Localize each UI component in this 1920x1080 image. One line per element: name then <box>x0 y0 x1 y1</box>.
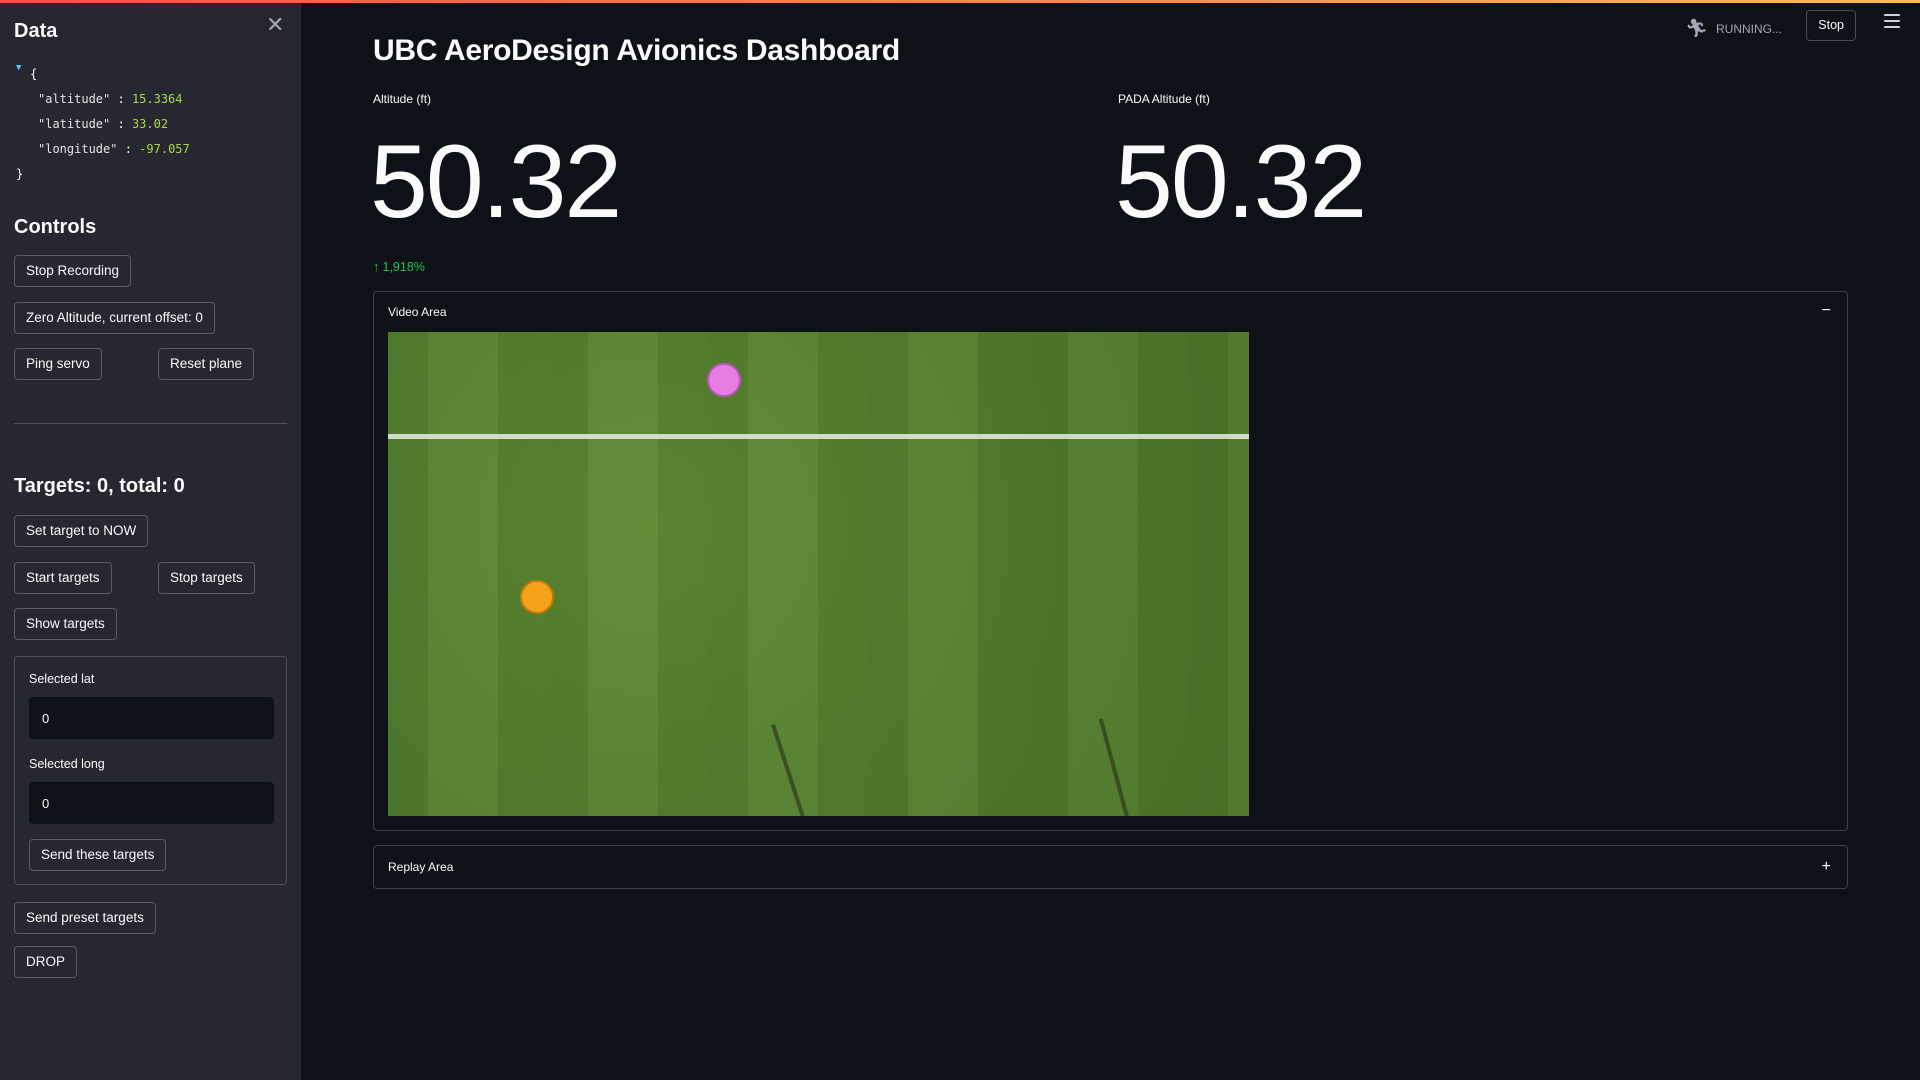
json-row-altitude: "altitude" : 15.3364 <box>38 92 183 106</box>
zero-altitude-button[interactable]: Zero Altitude, current offset: 0 <box>14 302 215 334</box>
json-key: "longitude" <box>38 142 118 156</box>
pada-altitude-metric-label: PADA Altitude (ft) <box>1118 92 1210 106</box>
json-key: "latitude" <box>38 117 111 131</box>
altitude-metric-value: 50.32 <box>370 124 622 240</box>
stop-targets-button[interactable]: Stop targets <box>158 562 255 594</box>
video-area-header[interactable]: Video Area <box>388 305 447 319</box>
json-row-longitude: "longitude" : -97.057 <box>38 142 190 156</box>
replay-area-expander[interactable]: Replay Area + <box>373 845 1848 889</box>
reset-plane-button[interactable]: Reset plane <box>158 348 255 380</box>
json-value: 33.02 <box>131 117 169 131</box>
selected-long-label: Selected long <box>29 757 105 771</box>
sidebar-title: Data <box>14 20 58 42</box>
pada-altitude-metric-value: 50.32 <box>1115 124 1367 240</box>
set-target-now-button[interactable]: Set target to NOW <box>14 515 149 547</box>
run-status: 🏃︎ RUNNING... <box>1685 18 1782 39</box>
stop-run-button[interactable]: Stop <box>1806 10 1856 41</box>
stop-recording-button[interactable]: Stop Recording <box>14 255 132 287</box>
targets-heading: Targets: 0, total: 0 <box>14 475 185 497</box>
collapse-icon[interactable]: − <box>1822 303 1831 319</box>
controls-heading: Controls <box>14 216 97 238</box>
ping-servo-button[interactable]: Ping servo <box>14 348 102 380</box>
video-area-expander: Video Area − <box>373 291 1848 831</box>
run-status-text: RUNNING... <box>1716 21 1782 36</box>
top-decoration-bar <box>0 0 1920 3</box>
json-key: "altitude" <box>38 92 111 106</box>
selected-lat-input[interactable] <box>29 697 274 739</box>
start-targets-button[interactable]: Start targets <box>14 562 112 594</box>
json-value: 15.3364 <box>131 92 183 106</box>
tree-caret-icon[interactable]: ▼ <box>16 56 21 81</box>
altitude-metric-delta: ↑ 1,918% <box>373 259 425 274</box>
pole-shadow <box>1098 718 1132 816</box>
expand-icon[interactable]: + <box>1822 859 1831 875</box>
json-viewer: ▼ { "altitude" : 15.3364 "latitude" : 33… <box>14 62 190 187</box>
running-icon: 🏃︎ <box>1685 18 1708 38</box>
selected-long-input[interactable] <box>29 782 274 824</box>
video-feed <box>388 332 1249 816</box>
close-icon[interactable]: ✕ <box>266 14 284 36</box>
sidebar-divider <box>14 423 287 424</box>
arrow-up-icon: ↑ <box>373 259 380 274</box>
orange-target-marker <box>520 580 554 614</box>
altitude-metric-label: Altitude (ft) <box>373 92 432 106</box>
send-preset-targets-button[interactable]: Send preset targets <box>14 902 156 934</box>
json-close-brace: } <box>16 167 24 181</box>
drop-button[interactable]: DROP <box>14 946 78 978</box>
json-row-latitude: "latitude" : 33.02 <box>38 117 169 131</box>
replay-area-header[interactable]: Replay Area <box>388 860 453 874</box>
hamburger-menu-icon[interactable] <box>1884 14 1900 28</box>
sidebar: Data ✕ ▼ { "altitude" : 15.3364 "latitud… <box>0 0 301 1080</box>
pole-shadow <box>771 724 809 816</box>
pink-target-marker <box>707 363 741 397</box>
target-form: Selected lat Selected long Send these ta… <box>14 656 287 885</box>
show-targets-button[interactable]: Show targets <box>14 608 117 640</box>
page-title: UBC AeroDesign Avionics Dashboard <box>373 34 900 67</box>
delta-value: 1,918% <box>382 260 425 274</box>
json-open-brace: { <box>30 67 38 81</box>
main-area: 🏃︎ RUNNING... Stop UBC AeroDesign Avioni… <box>301 0 1920 1080</box>
field-line <box>388 434 1249 439</box>
json-value: -97.057 <box>139 142 190 156</box>
send-these-targets-button[interactable]: Send these targets <box>29 839 167 871</box>
selected-lat-label: Selected lat <box>29 672 95 686</box>
